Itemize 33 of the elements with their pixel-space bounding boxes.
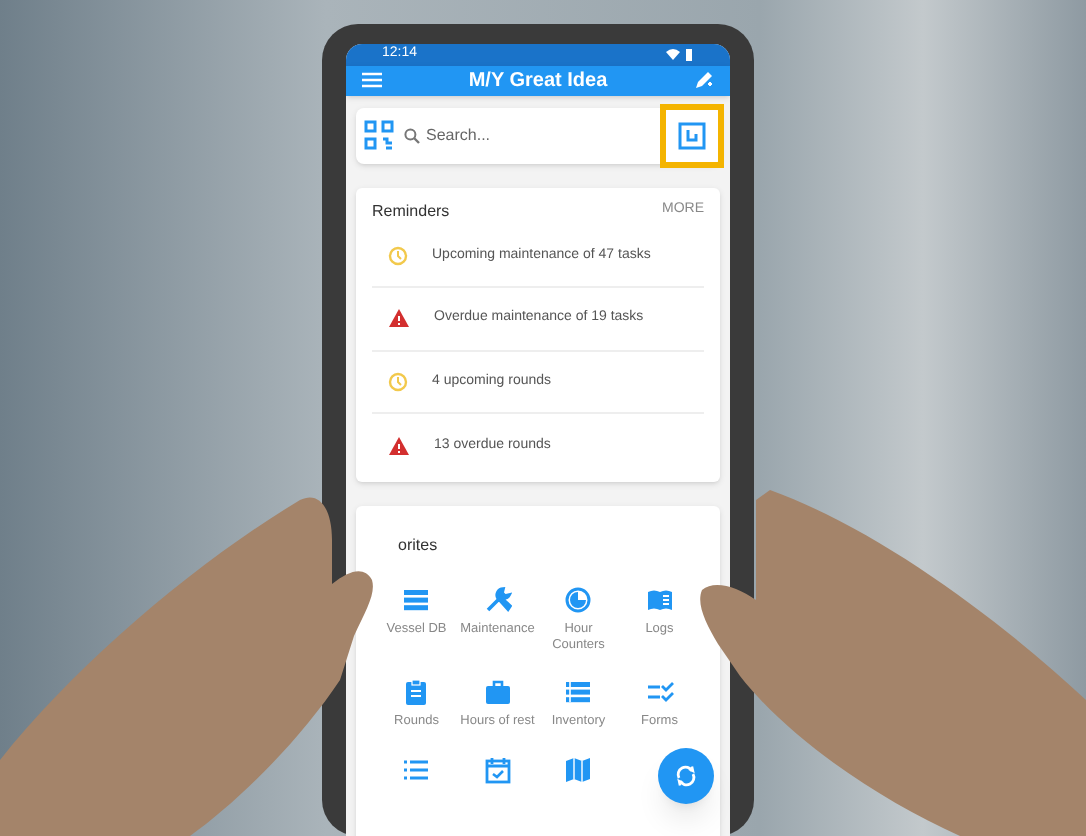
warning-icon bbox=[388, 308, 410, 329]
qr-code-icon bbox=[364, 120, 394, 150]
dial-icon bbox=[564, 585, 593, 613]
map-icon bbox=[564, 755, 593, 784]
menu-button[interactable] bbox=[362, 72, 382, 88]
book-icon bbox=[645, 585, 674, 613]
search-field[interactable]: Search... bbox=[426, 109, 656, 161]
search-bar[interactable]: Search... bbox=[356, 107, 720, 163]
clock-icon bbox=[388, 245, 408, 266]
clock-icon bbox=[388, 371, 408, 392]
list-icon bbox=[564, 678, 593, 707]
edit-button[interactable] bbox=[693, 70, 714, 90]
clipboard-icon bbox=[402, 678, 431, 707]
briefcase-icon bbox=[483, 678, 512, 707]
wrench-icon bbox=[483, 585, 512, 613]
bullet-list-icon bbox=[402, 755, 431, 784]
wifi-battery-icon bbox=[666, 47, 694, 62]
card-title: orites bbox=[398, 535, 438, 553]
calendar-check-icon bbox=[483, 755, 512, 784]
qr-scan-button[interactable] bbox=[364, 120, 394, 150]
favorite-shortcut[interactable] bbox=[564, 755, 593, 784]
pencil-icon bbox=[693, 70, 714, 90]
refresh-icon bbox=[674, 764, 698, 788]
favorite-shortcut[interactable] bbox=[483, 755, 512, 784]
nfc-icon bbox=[678, 121, 706, 149]
app-title: M/Y Great Idea bbox=[468, 67, 608, 95]
card-title: Reminders bbox=[372, 199, 450, 223]
search-icon bbox=[404, 127, 420, 143]
favorite-shortcut[interactable] bbox=[402, 755, 431, 784]
checklist-icon bbox=[645, 678, 674, 707]
stack-icon bbox=[402, 585, 431, 613]
warning-icon bbox=[388, 435, 410, 456]
menu-icon bbox=[362, 72, 382, 88]
